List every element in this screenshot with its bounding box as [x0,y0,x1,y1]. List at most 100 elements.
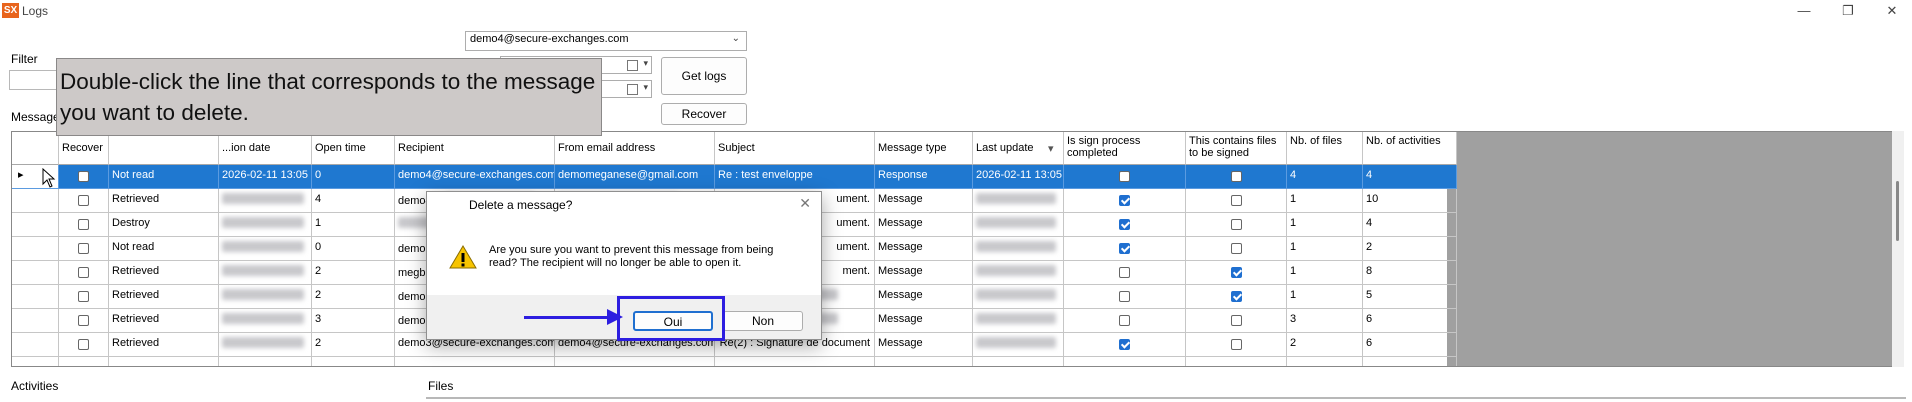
cell-status: Not read [109,237,219,261]
column-header[interactable]: Message type [875,132,973,165]
cell-activities: 6 [1363,309,1457,333]
cell-status: Retrieved [109,309,219,333]
cell-open: 2 [312,333,395,357]
minimize-button[interactable]: — [1792,2,1816,20]
mouse-cursor-icon [42,168,56,188]
column-header[interactable]: Nb. of activities [1363,132,1457,165]
get-logs-button[interactable]: Get logs [661,57,747,95]
sign-completed-cell [1064,213,1186,237]
cell-text: 1 [1290,193,1297,205]
annotation-arrow-icon [607,309,623,325]
checkbox[interactable] [78,315,89,326]
checkbox[interactable] [1119,315,1130,326]
column-header[interactable]: ...ion date [219,132,312,165]
contains-signed-files-cell [1186,237,1287,261]
cell-updated [973,189,1064,213]
scrollbar-thumb[interactable] [1896,181,1899,241]
cell-text: Retrieved [112,337,160,349]
cell-status: Not read [109,165,219,189]
column-header[interactable]: Open time [312,132,395,165]
cell-text: Retrieved [112,193,160,205]
sign-completed-cell [1064,285,1186,309]
row-header [12,285,59,309]
cell-text: 3 [1290,313,1297,325]
sign-completed-cell [1064,165,1186,189]
sign-completed-cell [1064,237,1186,261]
grid-scrollbar[interactable] [1892,131,1904,367]
cell-open: 0 [312,165,395,189]
checkbox[interactable] [78,195,89,206]
redacted-value [222,265,304,276]
cell-type: Message [875,309,973,333]
checkbox[interactable] [1231,219,1242,230]
contains-signed-files-cell [1186,165,1287,189]
cell-files: 1 [1287,237,1363,261]
messages-grid[interactable]: Recover ...ion date Open time Recipient From… [11,131,1903,367]
cell-text: ment. [842,265,870,277]
checkbox[interactable] [1231,339,1242,350]
column-header[interactable]: Is sign process completed [1064,132,1186,165]
checkbox[interactable] [1231,171,1242,182]
checkbox[interactable] [1231,243,1242,254]
column-header[interactable]: Recipient [395,132,555,165]
partial-row-cell [395,357,555,366]
column-header[interactable]: Subject [715,132,875,165]
redacted-value [976,313,1056,324]
checkbox[interactable] [1231,195,1242,206]
contains-signed-files-cell [1186,213,1287,237]
maximize-button[interactable]: ❐ [1836,2,1860,20]
column-header[interactable]: This contains files to be signed [1186,132,1287,165]
cell-text: Not read [112,169,155,181]
checkbox[interactable] [78,339,89,350]
cell-activities: 8 [1363,261,1457,285]
cell-activities: 4 [1363,165,1457,189]
checkbox[interactable] [78,171,89,182]
cell-text: 6 [1366,313,1373,325]
checkbox[interactable] [1119,243,1130,254]
checkbox[interactable] [1119,171,1130,182]
column-header[interactable] [109,132,219,165]
calendar-icon [627,84,638,95]
checkbox[interactable] [1119,219,1130,230]
checkbox[interactable] [1231,291,1242,302]
close-button[interactable]: ✕ [1880,2,1904,20]
cell-created [219,237,312,261]
cell-type: Message [875,213,973,237]
checkbox[interactable] [1231,315,1242,326]
column-header[interactable]: Nb. of files [1287,132,1363,165]
cell-activities: 5 [1363,285,1457,309]
redacted-value [976,265,1056,276]
partial-row-cell [12,357,59,366]
cell-created [219,261,312,285]
checkbox[interactable] [1231,267,1242,278]
no-button[interactable]: Non [723,311,803,331]
checkbox[interactable] [1119,291,1130,302]
redacted-value [976,289,1056,300]
checkbox[interactable] [78,291,89,302]
account-select-value: demo4@secure-exchanges.com [470,33,629,45]
cell-updated [973,309,1064,333]
checkbox[interactable] [78,243,89,254]
cell-text: ument. [836,241,870,253]
account-select[interactable]: demo4@secure-exchanges.com ⌄ [465,31,747,51]
filter-input[interactable] [9,70,59,90]
instruction-callout: Double-click the line that corresponds t… [56,58,602,136]
cell-updated [973,261,1064,285]
partial-row-cell [312,357,395,366]
checkbox[interactable] [1119,267,1130,278]
redacted-value [976,217,1056,228]
checkbox[interactable] [78,219,89,230]
checkbox[interactable] [1119,195,1130,206]
recover-button[interactable]: Recover [661,103,747,125]
redacted-value [222,193,304,204]
partial-row-cell [1186,357,1287,366]
partial-row-cell [1287,357,1363,366]
checkbox[interactable] [1119,339,1130,350]
dialog-close-icon[interactable]: ✕ [799,195,811,212]
cell-updated: 2026-02-11 13:05 [973,165,1064,189]
cell-created: 2026-02-11 13:05 [219,165,312,189]
cell-status: Retrieved [109,189,219,213]
column-header[interactable]: From email address [555,132,715,165]
cell-files: 4 [1287,165,1363,189]
checkbox[interactable] [78,267,89,278]
